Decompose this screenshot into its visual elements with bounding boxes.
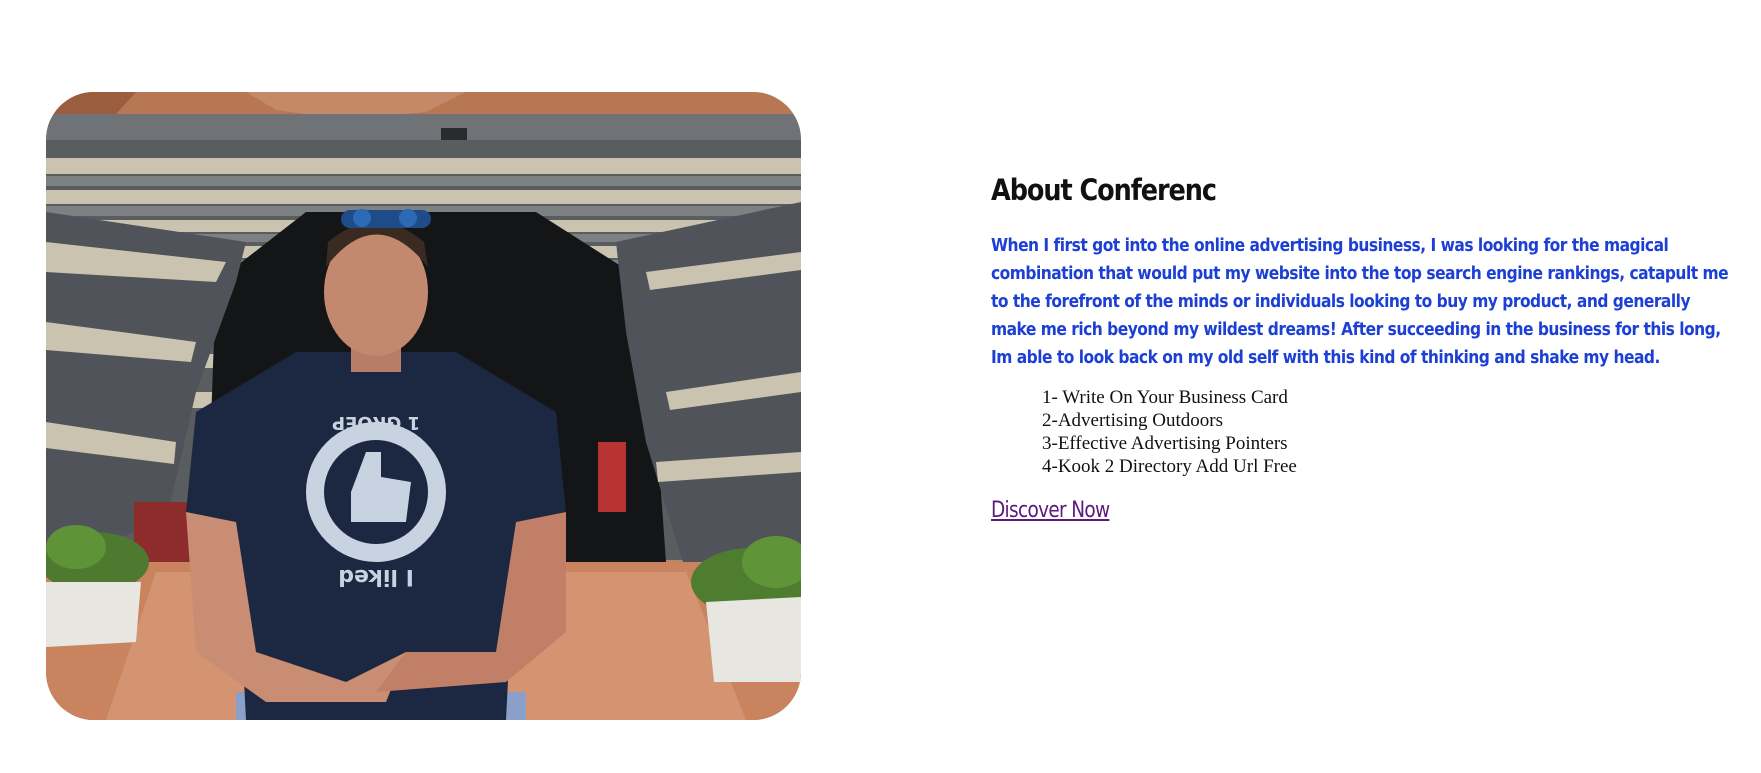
about-paragraph: When I first got into the online adverti… [991,235,1729,368]
discover-now-link[interactable]: Discover Now [991,498,1110,523]
about-title: About Conferenc [991,173,1217,207]
svg-text:I liked: I liked [338,564,414,589]
tips-list-item: 4-Kook 2 Directory Add Url Free [1042,456,1297,477]
tips-list-item: 2-Advertising Outdoors [1042,410,1224,431]
about-section: About Conferenc When I first got into th… [991,170,1746,523]
about-photo: 1 GROEP I liked [46,92,801,720]
page: 1 GROEP I liked About Conferenc When I f… [0,0,1761,773]
svg-text:1 GROEP: 1 GROEP [332,412,420,433]
tips-list-item: 3-Effective Advertising Pointers [1042,433,1288,454]
tips-list: 1- Write On Your Business Card 2-Adverti… [991,386,1746,478]
tips-list-item: 1- Write On Your Business Card [1042,387,1288,408]
